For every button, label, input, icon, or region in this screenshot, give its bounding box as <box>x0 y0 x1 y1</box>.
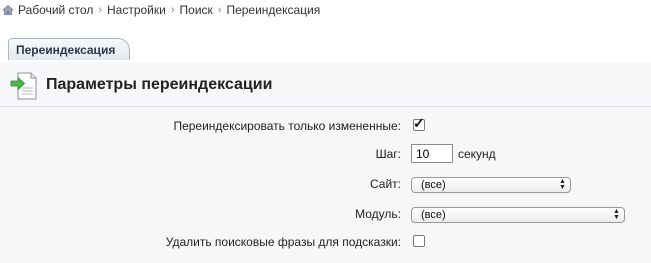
step-input[interactable] <box>411 144 453 163</box>
breadcrumb-item-search[interactable]: Поиск <box>180 3 213 17</box>
module-label: Модуль: <box>355 207 401 221</box>
form-row-delete-phrases: Удалить поисковые фразы для подсказки: <box>0 232 651 254</box>
breadcrumb: Рабочий стол › Настройки › Поиск › Переи… <box>1 2 321 18</box>
form-row-only-changed: Переиндексировать только измененные: ✓ <box>0 116 651 138</box>
breadcrumb-item-reindex: Переиндексация <box>226 3 321 17</box>
delete-phrases-checkbox[interactable] <box>413 235 425 247</box>
select-arrows-icon: ▲ ▼ <box>559 178 566 191</box>
breadcrumb-separator: › <box>217 4 222 16</box>
breadcrumb-separator: › <box>170 4 175 16</box>
site-select-value: (все) <box>421 179 446 191</box>
select-arrows-icon: ▲ ▼ <box>613 208 620 221</box>
form-row-step: Шаг: секунд <box>0 144 651 166</box>
site-select[interactable]: (все) ▲ ▼ <box>411 177 571 193</box>
module-select-value: (все) <box>421 209 446 221</box>
step-label: Шаг: <box>375 147 401 161</box>
form-row-site: Сайт: (все) ▲ ▼ <box>0 174 651 196</box>
breadcrumb-item-desktop[interactable]: Рабочий стол <box>18 3 93 17</box>
breadcrumb-separator: › <box>98 4 102 16</box>
checkmark-icon: ✓ <box>413 115 425 131</box>
tab-reindex[interactable]: Переиндексация <box>8 38 130 60</box>
home-icon[interactable] <box>1 4 15 16</box>
delete-phrases-label: Удалить поисковые фразы для подсказки: <box>165 235 401 249</box>
settings-panel: Параметры переиндексации Переиндексирова… <box>0 62 651 263</box>
module-select[interactable]: (все) ▲ ▼ <box>411 207 625 223</box>
panel-header: Параметры переиндексации <box>0 62 651 107</box>
form-row-module: Модуль: (все) ▲ ▼ <box>0 204 651 226</box>
only-changed-checkbox[interactable]: ✓ <box>413 115 425 131</box>
site-label: Сайт: <box>369 177 401 191</box>
breadcrumb-item-settings[interactable]: Настройки <box>107 3 166 17</box>
reindex-document-icon <box>10 71 38 101</box>
only-changed-label: Переиндексировать только измененные: <box>173 119 401 133</box>
step-unit: секунд <box>458 147 496 161</box>
tab-bar: Переиндексация <box>0 34 651 63</box>
panel-title: Параметры переиндексации <box>46 76 273 93</box>
